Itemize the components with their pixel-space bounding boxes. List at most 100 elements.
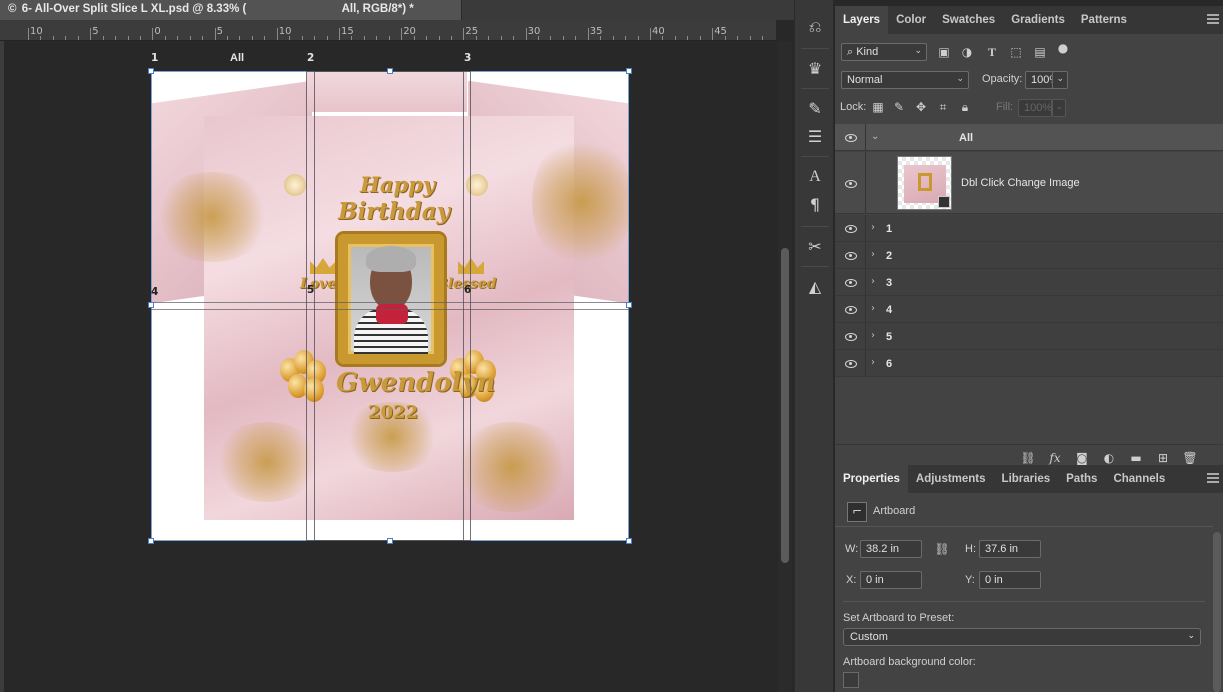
layer-row-6[interactable]: › 6 — [835, 350, 1223, 377]
filter-pixel-icon[interactable]: ▣ — [936, 44, 952, 60]
tab-color[interactable]: Color — [888, 6, 934, 34]
layer-name: 2 — [886, 250, 893, 262]
transform-handle[interactable] — [387, 68, 393, 74]
properties-scrollbar[interactable] — [1213, 532, 1221, 692]
eye-icon[interactable] — [845, 252, 857, 260]
layer-row-2[interactable]: › 2 — [835, 242, 1223, 269]
fx-icon[interactable]: fx — [1047, 450, 1063, 466]
eye-icon[interactable] — [845, 279, 857, 287]
transform-handle[interactable] — [626, 302, 632, 308]
eye-icon[interactable] — [845, 180, 857, 188]
tab-paths[interactable]: Paths — [1058, 465, 1105, 493]
tab-libraries[interactable]: Libraries — [994, 465, 1059, 493]
new-layer-icon[interactable]: ⊞ — [1155, 450, 1171, 466]
adjustment-layer-icon[interactable]: ◐ — [1101, 450, 1117, 466]
chevron-down-icon[interactable]: ⌄ — [871, 131, 879, 142]
ruler-major-tick — [276, 28, 278, 40]
panel-menu-icon[interactable] — [1207, 473, 1219, 483]
close-icon[interactable]: © — [8, 3, 16, 15]
lock-position-icon[interactable]: ✥ — [913, 99, 929, 115]
tab-channels[interactable]: Channels — [1105, 465, 1173, 493]
chevron-right-icon[interactable]: › — [871, 249, 875, 260]
link-icon[interactable]: ⛓ — [934, 541, 950, 557]
height-input[interactable]: 37.6 in — [979, 540, 1041, 558]
history-icon[interactable]: ⎌ — [804, 16, 826, 38]
width-input[interactable]: 38.2 in — [860, 540, 922, 558]
fill-input[interactable]: 100% — [1018, 99, 1052, 117]
preset-dropdown[interactable]: Custom ⌄ — [843, 628, 1201, 646]
x-label: X: — [846, 574, 857, 586]
lock-all-icon[interactable]: 🔒︎ — [957, 99, 973, 115]
blend-mode-dropdown[interactable]: Normal ⌄ — [841, 71, 969, 89]
bg-color-swatch[interactable] — [843, 672, 859, 688]
chevron-right-icon[interactable]: › — [871, 276, 875, 287]
scrollbar-thumb[interactable] — [781, 248, 789, 563]
chevron-right-icon[interactable]: › — [871, 330, 875, 341]
lock-artboard-icon[interactable]: ⌗ — [935, 99, 951, 115]
layer-row-4[interactable]: › 4 — [835, 296, 1223, 323]
layer-name: All — [959, 132, 974, 144]
artboard-name[interactable]: All — [230, 52, 244, 64]
tab-properties[interactable]: Properties — [835, 465, 908, 493]
transform-handle[interactable] — [626, 68, 632, 74]
layer-row-5[interactable]: › 5 — [835, 323, 1223, 350]
properties-panel: Properties Adjustments Libraries Paths C… — [835, 465, 1223, 692]
horizontal-ruler[interactable]: 10 5 0 5 10 15 20 25 30 35 40 45 — [0, 20, 776, 41]
tab-swatches[interactable]: Swatches — [934, 6, 1003, 34]
layer-row-1[interactable]: › 1 — [835, 215, 1223, 242]
filter-type-icon[interactable]: T — [984, 44, 1000, 60]
folder-icon[interactable]: ▬ — [1128, 450, 1144, 466]
transform-handle[interactable] — [148, 538, 154, 544]
filter-toggle-icon[interactable]: ● — [1055, 40, 1071, 56]
eye-icon[interactable] — [845, 360, 857, 368]
transform-handle[interactable] — [148, 302, 154, 308]
tab-adjustments[interactable]: Adjustments — [908, 465, 994, 493]
adjustments-icon[interactable]: ☰ — [804, 126, 826, 148]
tab-gradients[interactable]: Gradients — [1003, 6, 1073, 34]
width-label: W: — [845, 543, 859, 555]
slice-number: 2 — [307, 52, 315, 64]
opacity-dropdown[interactable]: ⌄ — [1052, 71, 1068, 89]
tab-layers[interactable]: Layers — [835, 6, 889, 34]
panel-menu-icon[interactable] — [1207, 14, 1219, 24]
x-input[interactable]: 0 in — [860, 571, 922, 589]
canvas-vertical-scrollbar[interactable] — [778, 41, 792, 692]
paragraph-icon[interactable]: ¶ — [804, 194, 826, 216]
layer-row-all[interactable]: ⌄ All — [835, 124, 1223, 151]
transform-handle[interactable] — [148, 68, 154, 74]
lock-transparent-icon[interactable]: ▦ — [870, 99, 886, 115]
filter-adjustment-icon[interactable]: ◑ — [959, 44, 975, 60]
mask-icon[interactable]: ◙ — [1074, 450, 1090, 466]
filter-shape-icon[interactable]: ⬚ — [1008, 44, 1024, 60]
character-icon[interactable]: A — [804, 166, 826, 188]
eye-icon[interactable] — [845, 134, 857, 142]
eye-icon[interactable] — [845, 306, 857, 314]
link-icon[interactable]: ⛓ — [1020, 450, 1036, 466]
transform-handle[interactable] — [387, 538, 393, 544]
slice-box-inner[interactable] — [314, 71, 464, 541]
layer-row-smart-object[interactable]: Dbl Click Change Image — [835, 152, 1223, 214]
eye-icon[interactable] — [845, 333, 857, 341]
chevron-right-icon[interactable]: › — [871, 357, 875, 368]
filter-smart-object-icon[interactable]: ▤ — [1032, 44, 1048, 60]
trash-icon[interactable]: 🗑︎ — [1182, 450, 1198, 466]
ruler-major-tick — [525, 28, 527, 40]
chevron-right-icon[interactable]: › — [871, 303, 875, 314]
eye-icon[interactable] — [845, 225, 857, 233]
brush-preset-icon[interactable]: ♛ — [804, 58, 826, 80]
document-mode: All, RGB/8*) * — [341, 3, 414, 15]
brush-settings-icon[interactable]: ✎ — [804, 98, 826, 120]
lock-pixels-icon[interactable]: ✎ — [891, 99, 907, 115]
transform-handle[interactable] — [626, 538, 632, 544]
layer-row-3[interactable]: › 3 — [835, 269, 1223, 296]
tools-icon[interactable]: ✂ — [804, 236, 826, 258]
chevron-right-icon[interactable]: › — [871, 222, 875, 233]
filter-kind-dropdown[interactable]: ⌕ Kind ⌄ — [841, 43, 927, 61]
fill-dropdown[interactable]: ⌄ — [1052, 99, 1066, 117]
tab-patterns[interactable]: Patterns — [1073, 6, 1135, 34]
document-tab[interactable]: © 6- All-Over Split Slice L XL.psd @ 8.3… — [0, 0, 462, 20]
ruler-minor-tick — [189, 36, 191, 40]
shapes-icon[interactable]: ◭ — [804, 276, 826, 298]
ruler-minor-tick — [289, 36, 291, 40]
y-input[interactable]: 0 in — [979, 571, 1041, 589]
